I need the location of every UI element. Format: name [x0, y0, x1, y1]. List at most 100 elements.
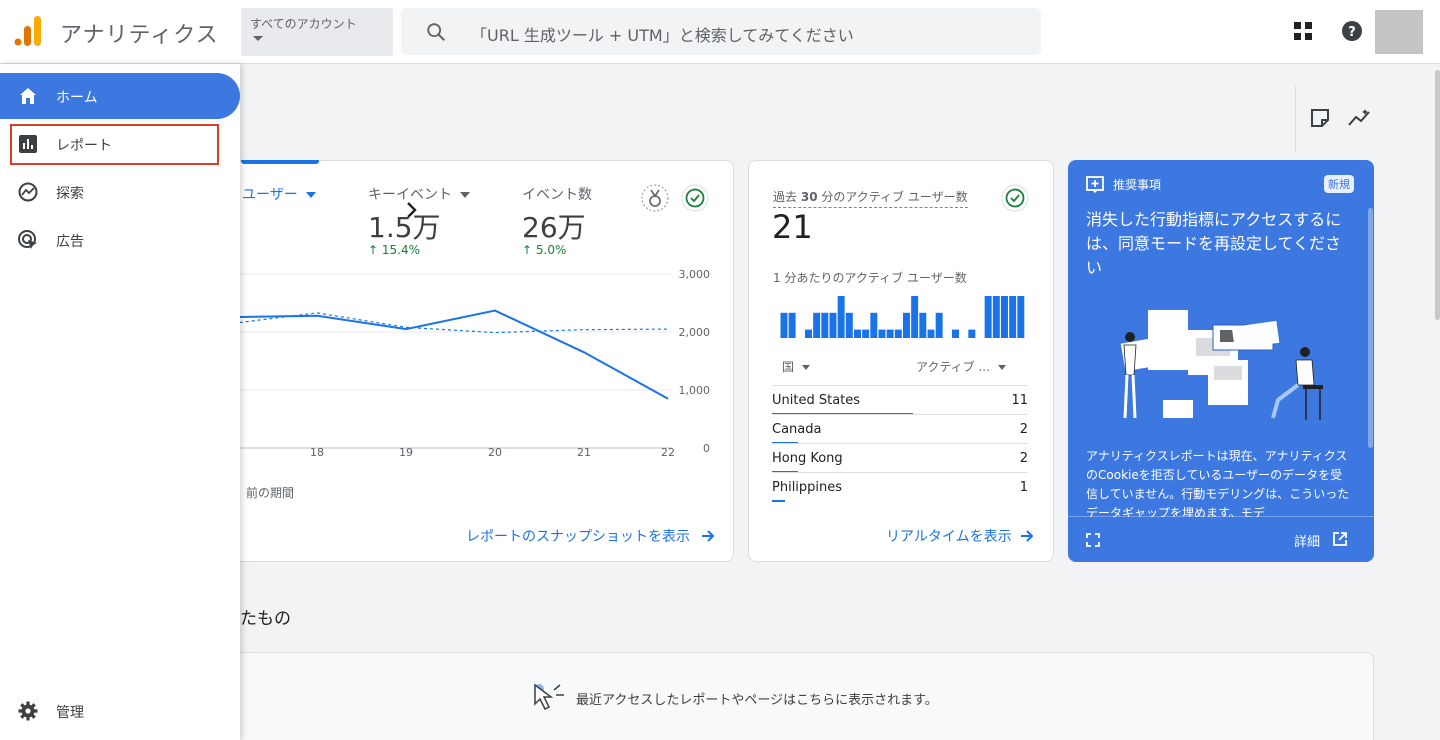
- minute-bar: [805, 329, 812, 338]
- minute-bar: [862, 329, 870, 338]
- x-tick-label: 20: [488, 446, 502, 459]
- sidebar-item-label: レポート: [56, 138, 112, 154]
- overview-line-chart: 3,000 2,000 1,000 0 18 19 20 21 22: [240, 268, 711, 459]
- recommendation-icon: [1086, 176, 1104, 193]
- help-icon[interactable]: ?: [1341, 20, 1363, 42]
- active-tab-indicator: [241, 160, 319, 164]
- recent-section-title: たもの: [240, 609, 291, 629]
- check-circle-icon[interactable]: [1001, 184, 1029, 212]
- arrow-right-icon[interactable]: [700, 528, 716, 544]
- minute-bar: [829, 312, 837, 338]
- table-row[interactable]: Hong Kong 2: [772, 443, 1028, 473]
- search-box[interactable]: 「URL 生成ツール + UTM」と検索してみてください: [401, 8, 1041, 55]
- table-row[interactable]: Canada 2: [772, 414, 1028, 444]
- minute-bar: [952, 329, 959, 338]
- new-badge: 新規: [1324, 175, 1354, 193]
- row-share-bar: [772, 500, 785, 502]
- toolbar-divider: [1295, 86, 1296, 152]
- realtime-per-minute-label: 1 分あたりのアクティブ ユーザー数: [773, 271, 967, 285]
- metric-events-delta: ↑ 5.0%: [522, 243, 566, 257]
- gear-icon: [18, 701, 38, 721]
- chevron-right-icon[interactable]: [405, 200, 419, 220]
- row-value: 2: [1019, 422, 1028, 437]
- check-circle-icon[interactable]: [681, 184, 709, 212]
- home-icon: [20, 88, 36, 104]
- sidebar-item-explore[interactable]: 探索: [0, 169, 240, 215]
- selection-highlight: [10, 124, 219, 165]
- row-value: 1: [1019, 480, 1028, 495]
- insights-icon[interactable]: [1348, 108, 1372, 128]
- recommendation-body: アナリティクスレポートは現在、アナリティクスのCookieを拒否しているユーザー…: [1086, 449, 1350, 517]
- legend-previous-period: 前の期間: [246, 486, 295, 500]
- col-country-selector[interactable]: 国: [782, 358, 811, 375]
- account-selector[interactable]: すべてのアカウント: [241, 8, 393, 56]
- sidebar-item-label: 広告: [56, 234, 84, 250]
- minute-bar: [780, 312, 788, 338]
- realtime-value: 21: [772, 208, 813, 246]
- minute-bar: [927, 329, 935, 338]
- arrow-up-icon: ↑: [368, 243, 379, 257]
- top-bar: アナリティクス すべてのアカウント 「URL 生成ツール + UTM」と検索して…: [0, 0, 1440, 64]
- row-country: Hong Kong: [772, 451, 843, 466]
- expand-icon[interactable]: [1086, 533, 1100, 547]
- sidebar-item-ads[interactable]: 広告: [0, 217, 240, 263]
- minute-bar: [1009, 296, 1017, 338]
- view-realtime-link[interactable]: リアルタイムを表示: [886, 526, 1012, 546]
- apps-icon[interactable]: [1293, 21, 1313, 41]
- minute-bar: [992, 296, 1000, 338]
- arrow-up-icon: ↑: [522, 243, 533, 257]
- recommendation-label: 推奨事項: [1113, 178, 1162, 192]
- arrow-right-icon[interactable]: [1019, 528, 1035, 544]
- minute-bar: [870, 312, 878, 338]
- metric-users-selector[interactable]: ユーザー: [242, 184, 316, 204]
- minute-bar: [854, 329, 861, 338]
- avatar[interactable]: [1375, 10, 1423, 54]
- row-country: Canada: [772, 422, 822, 437]
- minute-bar: [935, 312, 943, 338]
- minute-bar: [788, 312, 796, 338]
- x-tick-label: 18: [310, 446, 324, 459]
- account-label: すべてのアカウント: [250, 17, 357, 31]
- caret-down-icon: [997, 365, 1006, 370]
- y-tick-label: 1,000: [679, 384, 711, 397]
- open-in-new-icon[interactable]: [1332, 531, 1348, 547]
- sidebar-item-label: ホーム: [56, 90, 98, 106]
- sidebar-item-admin[interactable]: 管理: [0, 688, 240, 734]
- col-country-label: 国: [782, 360, 795, 374]
- caret-down-icon: [305, 192, 316, 198]
- view-snapshot-link[interactable]: レポートのスナップショットを表示: [466, 526, 690, 546]
- minute-bar: [821, 312, 829, 338]
- recommendation-scrollbar[interactable]: [1368, 208, 1373, 448]
- minute-bar: [911, 296, 919, 338]
- caret-down-icon: [802, 365, 811, 370]
- table-row[interactable]: Philippines 1: [772, 472, 1028, 502]
- minute-bar: [1017, 296, 1025, 338]
- per-minute-bar-chart: [780, 296, 1025, 338]
- badge-icon[interactable]: [641, 184, 669, 212]
- metric-key-events-selector[interactable]: キーイベント: [368, 184, 470, 204]
- bar-chart-icon: [19, 135, 37, 153]
- minute-bar: [984, 296, 992, 338]
- y-tick-label: 0: [703, 442, 710, 455]
- minute-bar: [1001, 296, 1008, 338]
- page-scrollbar[interactable]: [1435, 70, 1440, 320]
- recommendation-footer: 詳細: [1068, 516, 1374, 562]
- row-value: 2: [1019, 451, 1028, 466]
- metric-events-value: 26万: [522, 211, 586, 244]
- x-tick-label: 19: [399, 446, 413, 459]
- x-tick-label: 22: [661, 446, 675, 459]
- sidebar-item-home[interactable]: ホーム: [0, 73, 240, 119]
- col-active-selector[interactable]: アクティブ ...: [916, 358, 1006, 375]
- analytics-logo[interactable]: [14, 16, 42, 46]
- sidebar-item-reports[interactable]: レポート: [0, 121, 240, 167]
- note-icon[interactable]: [1310, 108, 1330, 128]
- minute-bar: [886, 329, 894, 338]
- realtime-title: 過去 30 分のアクティブ ユーザー数: [773, 188, 968, 208]
- recommendation-detail-link[interactable]: 詳細: [1294, 531, 1320, 550]
- metric-key-events-delta: ↑ 15.4%: [368, 243, 420, 257]
- x-tick-label: 21: [577, 446, 591, 459]
- sidebar-item-label: 管理: [56, 705, 84, 721]
- table-row[interactable]: United States 11: [772, 385, 1028, 415]
- recent-empty-text: 最近アクセスしたレポートやページはこちらに表示されます。: [576, 693, 938, 708]
- realtime-title-num: 30: [800, 190, 818, 204]
